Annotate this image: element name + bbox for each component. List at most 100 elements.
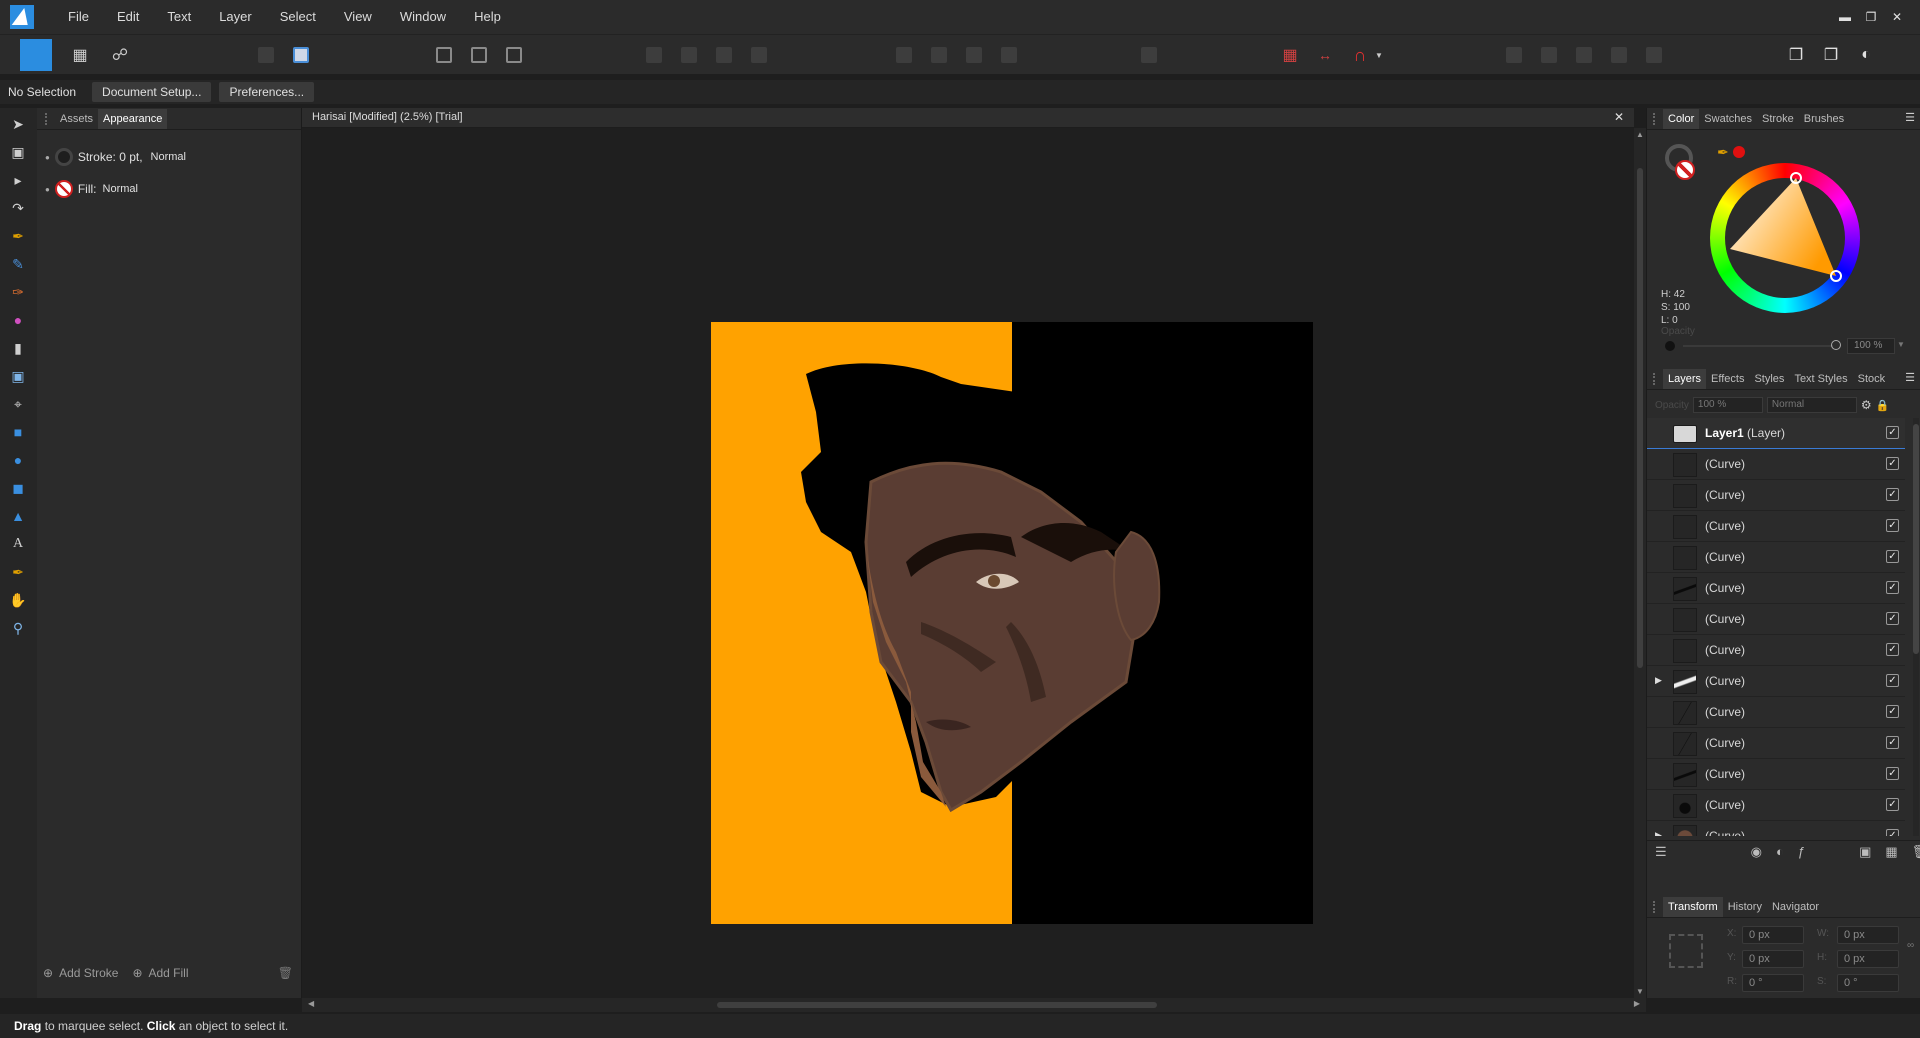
menu-select[interactable]: Select <box>266 0 330 34</box>
designer-persona-icon[interactable] <box>20 39 52 71</box>
menu-text[interactable]: Text <box>153 0 205 34</box>
menu-view[interactable]: View <box>330 0 386 34</box>
visibility-checkbox[interactable]: ✓ <box>1886 550 1899 563</box>
layer-row[interactable]: (Curve) ✓ <box>1647 728 1905 759</box>
layer-row[interactable]: (Curve) ✓ <box>1647 573 1905 604</box>
tab-stock[interactable]: Stock <box>1853 369 1891 389</box>
tab-text-styles[interactable]: Text Styles <box>1789 369 1852 389</box>
rotate-right-icon[interactable] <box>925 41 953 69</box>
add-stroke-icon[interactable]: ⊕ <box>43 966 53 980</box>
layer-row[interactable]: (Curve) ✓ <box>1647 790 1905 821</box>
expand-icon[interactable]: ▶ <box>1655 675 1662 686</box>
tab-appearance[interactable]: Appearance <box>98 108 168 129</box>
menu-edit[interactable]: Edit <box>103 0 153 34</box>
rounded-rectangle-tool-icon[interactable]: ◼ <box>8 478 28 498</box>
boolean-add-icon[interactable] <box>1500 41 1528 69</box>
add-layer-icon[interactable]: ▣ <box>1859 844 1871 860</box>
select-inside-icon[interactable] <box>465 41 493 69</box>
triangle-tool-icon[interactable]: ▲ <box>8 506 28 526</box>
artboard-tool-icon[interactable]: ▣ <box>8 142 28 162</box>
opacity-field[interactable]: 100 % <box>1847 338 1895 354</box>
close-document-icon[interactable]: ✕ <box>1614 110 1624 124</box>
color-picker-tool-icon[interactable]: ✒ <box>8 562 28 582</box>
stroke-row[interactable]: ● Stroke: 0 pt, Normal <box>45 148 186 166</box>
layer-settings-gear-icon[interactable]: ⚙ <box>1861 398 1872 412</box>
lock-icon[interactable]: 🔒 <box>1876 399 1890 412</box>
menu-help[interactable]: Help <box>460 0 515 34</box>
boolean-subtract-icon[interactable] <box>1535 41 1563 69</box>
layer-row[interactable]: (Curve) ✓ <box>1647 759 1905 790</box>
layers-stack-icon[interactable]: ☰ <box>1655 844 1667 860</box>
select-edge-icon[interactable] <box>500 41 528 69</box>
arrange-backward-icon[interactable] <box>675 41 703 69</box>
horizontal-scrollbar[interactable]: ◀ ▶ <box>302 998 1646 1012</box>
export-persona-icon[interactable]: ☍ <box>106 41 134 69</box>
pencil-tool-icon[interactable]: ✎ <box>8 254 28 274</box>
select-all-icon[interactable] <box>430 41 458 69</box>
layer-row[interactable]: (Curve) ✓ <box>1647 480 1905 511</box>
preferences-button[interactable]: Preferences... <box>219 82 315 102</box>
minimize-icon[interactable]: ▬ <box>1832 10 1858 24</box>
visibility-checkbox[interactable]: ✓ <box>1886 643 1899 656</box>
layer-row[interactable]: ▶ (Curve) ✓ <box>1647 666 1905 697</box>
visibility-checkbox[interactable]: ✓ <box>1886 488 1899 501</box>
fill-tool-icon[interactable]: ● <box>8 310 28 330</box>
close-icon[interactable]: ✕ <box>1884 10 1910 24</box>
insert-top-icon[interactable]: ◐ <box>1852 41 1880 69</box>
hand-tool-icon[interactable]: ✋ <box>8 590 28 610</box>
layer-row[interactable]: ▶ (Curve) ✓ <box>1647 821 1905 836</box>
visibility-checkbox[interactable]: ✓ <box>1886 426 1899 439</box>
delete-layer-icon[interactable]: 🗑 <box>1912 844 1920 860</box>
visibility-checkbox[interactable]: ✓ <box>1886 581 1899 594</box>
panel-menu-icon[interactable]: ☰ <box>1905 371 1915 384</box>
pixel-persona-icon[interactable]: ▦ <box>66 41 94 69</box>
insert-behind-icon[interactable]: ❐ <box>1817 41 1845 69</box>
corner-tool-icon[interactable]: ↷ <box>8 198 28 218</box>
rotate-left-icon[interactable] <box>890 41 918 69</box>
visibility-checkbox[interactable]: ✓ <box>1886 736 1899 749</box>
tab-color[interactable]: Color <box>1663 108 1700 129</box>
fill-color-well[interactable] <box>1675 160 1695 180</box>
tab-effects[interactable]: Effects <box>1706 369 1749 389</box>
boolean-xor-icon[interactable] <box>1605 41 1633 69</box>
boolean-divide-icon[interactable] <box>1640 41 1668 69</box>
tab-assets[interactable]: Assets <box>55 109 98 129</box>
rectangle-tool-icon[interactable]: ■ <box>8 422 28 442</box>
horizontal-scroll-thumb[interactable] <box>717 1002 1157 1008</box>
arrange-back-icon[interactable] <box>640 41 668 69</box>
tab-swatches[interactable]: Swatches <box>1699 109 1757 129</box>
vector-brush-tool-icon[interactable]: ✑ <box>8 282 28 302</box>
tab-history[interactable]: History <box>1723 897 1767 917</box>
anchor-selector[interactable] <box>1669 934 1703 968</box>
panel-grip-icon[interactable] <box>45 112 51 125</box>
layer-group-row[interactable]: Layer1 (Layer) ✓ <box>1647 418 1905 449</box>
expand-icon[interactable]: ▶ <box>1655 830 1662 836</box>
tab-layers[interactable]: Layers <box>1663 368 1707 389</box>
h-field[interactable]: 0 px <box>1837 950 1899 968</box>
fx-icon[interactable]: ƒ <box>1798 844 1805 859</box>
grid-icon[interactable]: ▦ <box>1276 41 1304 69</box>
snapping-settings-icon[interactable] <box>287 41 315 69</box>
layer-row[interactable]: (Curve) ✓ <box>1647 635 1905 666</box>
tab-stroke[interactable]: Stroke <box>1757 109 1799 129</box>
crop-tool-icon[interactable]: ⌖ <box>8 394 28 414</box>
fill-none-swatch[interactable] <box>54 180 73 198</box>
add-fill-button[interactable]: Add Fill <box>149 966 189 980</box>
arrange-front-icon[interactable] <box>745 41 773 69</box>
vertical-scroll-thumb[interactable] <box>1637 168 1643 668</box>
document-tab[interactable]: Harisai [Modified] (2.5%) [Trial] ✕ <box>302 108 1634 128</box>
place-image-tool-icon[interactable]: ▣ <box>8 366 28 386</box>
boolean-intersect-icon[interactable] <box>1570 41 1598 69</box>
transparency-tool-icon[interactable]: ▮ <box>8 338 28 358</box>
layers-scrollbar[interactable] <box>1913 418 1919 836</box>
flip-vertical-icon[interactable] <box>995 41 1023 69</box>
document-setup-button[interactable]: Document Setup... <box>92 82 212 102</box>
trash-icon[interactable]: 🗑 <box>278 966 293 980</box>
blend-mode-select[interactable]: Normal <box>1766 397 1857 413</box>
visibility-checkbox[interactable]: ✓ <box>1886 767 1899 780</box>
snapping-dropdown-icon[interactable]: ▼ <box>1372 41 1386 69</box>
artboard[interactable] <box>711 322 1313 924</box>
zoom-tool-icon[interactable]: ⚲ <box>8 618 28 638</box>
rotation-field[interactable]: 0 ° <box>1742 974 1804 992</box>
adjustment-icon[interactable]: ◐ <box>1776 844 1784 859</box>
